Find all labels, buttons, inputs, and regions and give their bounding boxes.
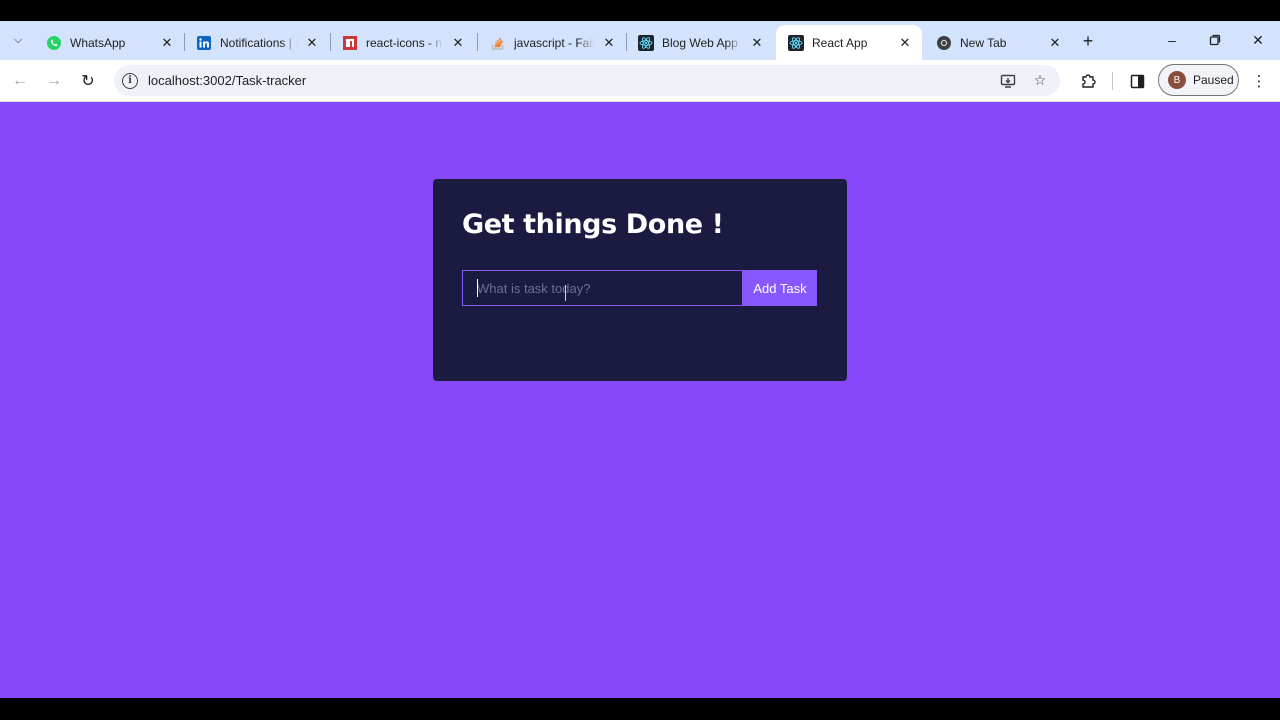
profile-status: Paused (1193, 73, 1234, 87)
new-tab-button[interactable]: + (1076, 29, 1100, 53)
tab-search-button[interactable]: ⌵ (6, 28, 30, 52)
toolbar-separator (1112, 72, 1113, 90)
site-info-icon[interactable]: i (122, 72, 138, 89)
arrow-left-icon: ← (12, 72, 28, 89)
chevron-down-icon: ⌵ (13, 33, 23, 46)
close-icon[interactable]: ✕ (896, 34, 914, 52)
tab-whatsapp[interactable]: WhatsApp ✕ (34, 25, 184, 60)
window-close-button[interactable]: ✕ (1236, 27, 1280, 53)
page-title: Get things Done ! (462, 209, 724, 240)
browser-toolbar: ← → ↻ i localhost:3002/Task-tracker ☆ B … (0, 60, 1280, 102)
address-bar[interactable]: i localhost:3002/Task-tracker ☆ (114, 65, 1060, 96)
tab-title: New Tab (960, 35, 1007, 50)
tab-stackoverflow[interactable]: javascript - Failed ✕ (478, 25, 626, 60)
profile-button[interactable]: B Paused (1158, 64, 1239, 96)
reload-icon: ↻ (81, 73, 95, 90)
tab-npm[interactable]: react-icons - npm ✕ (330, 25, 475, 60)
puzzle-icon (1082, 74, 1096, 88)
tab-title: React App (812, 35, 868, 50)
close-icon[interactable]: ✕ (1046, 34, 1064, 52)
stackoverflow-icon (490, 35, 506, 51)
task-input[interactable] (462, 270, 743, 306)
task-form: Add Task (462, 270, 817, 306)
react-icon (788, 34, 804, 51)
extensions-button[interactable] (1074, 67, 1102, 95)
restore-icon (1209, 34, 1221, 46)
restore-button[interactable] (1193, 27, 1237, 53)
tab-strip: ⌵ WhatsApp ✕ Notifications | LinkedIn ✕ … (0, 21, 1280, 60)
tab-title: Notifications | LinkedIn (220, 35, 297, 50)
tab-title: react-icons - npm (366, 35, 443, 50)
tab-blog-web-app[interactable]: Blog Web App ✕ (626, 25, 774, 60)
add-task-button[interactable]: Add Task (743, 270, 817, 306)
close-icon[interactable]: ✕ (158, 34, 176, 52)
text-caret (477, 279, 478, 297)
url-text[interactable]: localhost:3002/Task-tracker (148, 73, 996, 88)
menu-button[interactable]: ⋮ (1245, 67, 1273, 95)
close-icon[interactable]: ✕ (449, 34, 467, 52)
todo-card: Get things Done ! Add Task (433, 179, 847, 381)
npm-icon (342, 35, 358, 51)
page-content: Get things Done ! Add Task (0, 103, 1280, 698)
tab-title: Blog Web App (662, 35, 738, 50)
more-vert-icon: ⋮ (1251, 73, 1267, 90)
whatsapp-icon (46, 35, 62, 51)
avatar: B (1168, 71, 1186, 89)
arrow-right-icon: → (46, 72, 62, 89)
react-icon (638, 34, 654, 51)
plus-icon: + (1082, 30, 1094, 51)
reload-button[interactable]: ↻ (73, 66, 103, 96)
bookmark-star-icon[interactable]: ☆ (1028, 69, 1052, 93)
tab-title: javascript - Failed (514, 35, 594, 50)
tab-new-tab[interactable]: New Tab ✕ (924, 25, 1072, 60)
tab-linkedin[interactable]: Notifications | LinkedIn ✕ (184, 25, 329, 60)
tab-react-app[interactable]: React App ✕ (776, 25, 922, 60)
back-button[interactable]: ← (5, 66, 35, 96)
install-app-icon[interactable] (996, 69, 1020, 93)
close-icon[interactable]: ✕ (303, 34, 321, 52)
close-icon[interactable]: ✕ (600, 34, 618, 52)
minimize-button[interactable]: – (1150, 27, 1194, 53)
side-panel-icon (1130, 74, 1144, 88)
side-panel-button[interactable] (1123, 67, 1151, 95)
browser-window: ⌵ WhatsApp ✕ Notifications | LinkedIn ✕ … (0, 21, 1280, 698)
forward-button[interactable]: → (39, 66, 69, 96)
linkedin-icon (196, 35, 212, 51)
chrome-icon (936, 35, 952, 51)
close-icon: ✕ (1252, 31, 1264, 48)
close-icon[interactable]: ✕ (748, 34, 766, 52)
minimize-icon: – (1168, 32, 1176, 48)
tab-title: WhatsApp (70, 35, 126, 50)
